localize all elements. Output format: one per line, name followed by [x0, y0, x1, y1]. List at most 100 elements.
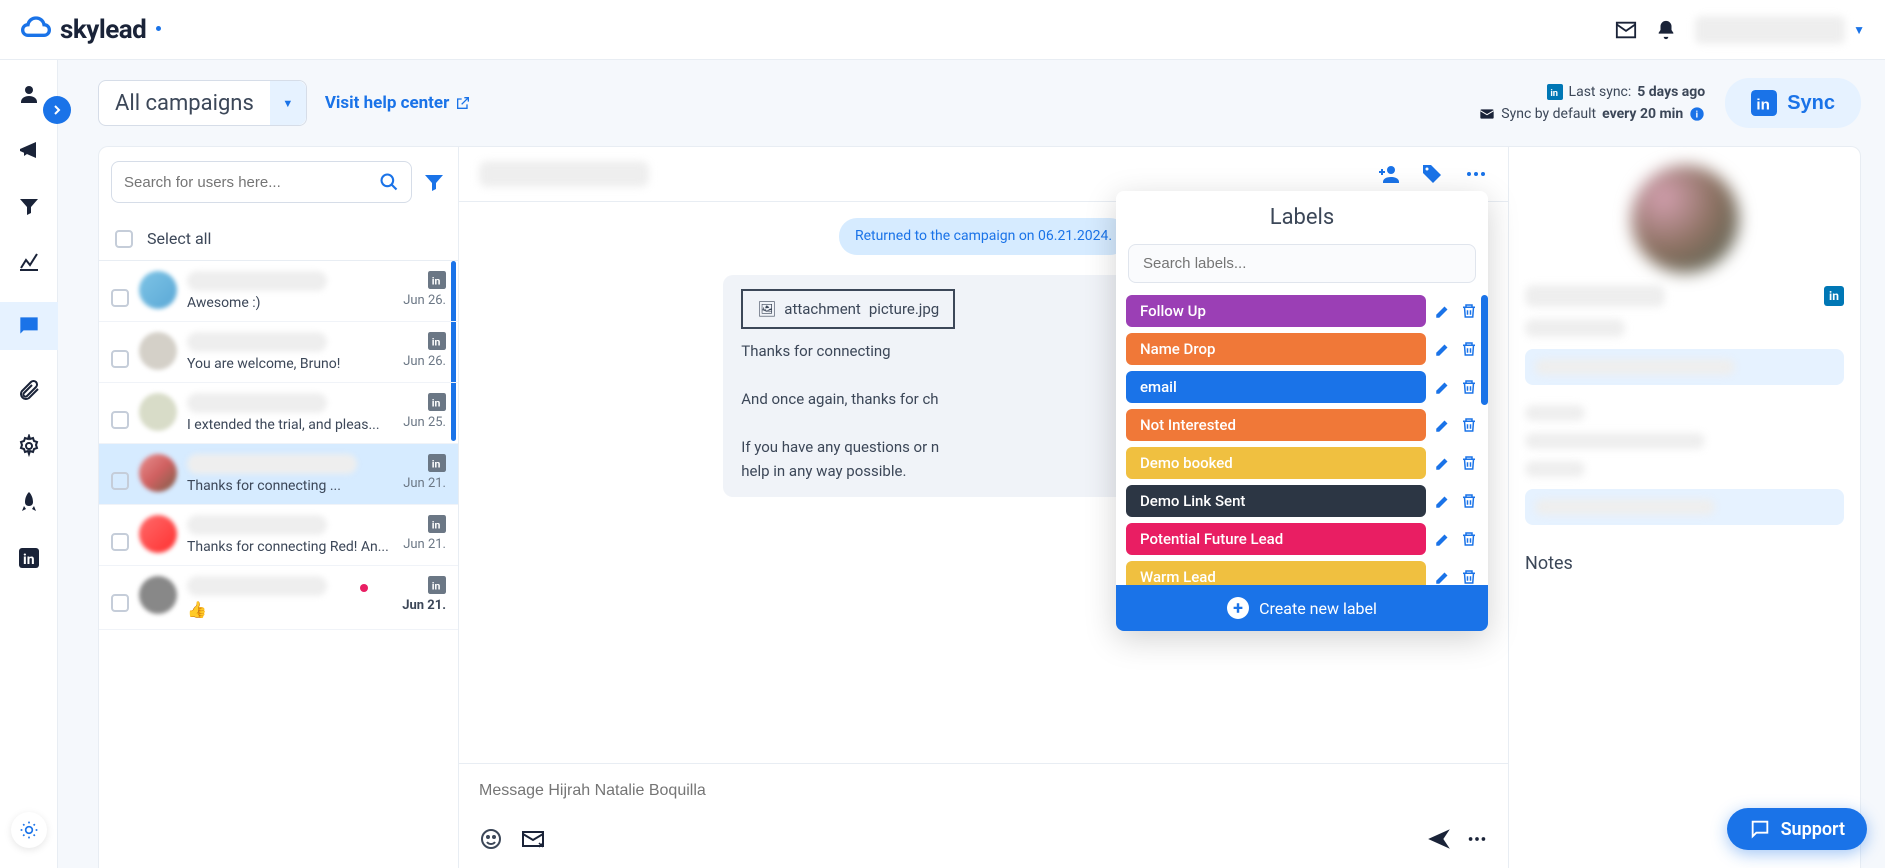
sync-default-label: Sync by default [1501, 106, 1596, 122]
more-icon[interactable] [1464, 162, 1488, 186]
conv-checkbox[interactable] [111, 594, 129, 612]
scrollbar[interactable] [1481, 295, 1488, 405]
bell-icon[interactable] [1655, 19, 1677, 41]
label-pill[interactable]: Demo Link Sent [1126, 485, 1426, 517]
label-row: Warm Lead [1126, 561, 1478, 585]
conversation-item[interactable]: You are welcome, Bruno! inJun 26. [99, 322, 458, 383]
trash-icon[interactable] [1460, 568, 1478, 585]
edit-icon[interactable] [1434, 340, 1452, 358]
contact-subtitle-blur [1525, 319, 1625, 337]
conversation-item[interactable]: Thanks for connecting Red! An... inJun 2… [99, 505, 458, 566]
conv-checkbox[interactable] [111, 411, 129, 429]
edit-icon[interactable] [1434, 492, 1452, 510]
labels-popover: Labels Follow Up Name Drop email Not Int… [1116, 191, 1488, 631]
conversation-item[interactable]: Awesome :) inJun 26. [99, 261, 458, 322]
edit-icon[interactable] [1434, 416, 1452, 434]
trash-icon[interactable] [1460, 530, 1478, 548]
logo-dot [156, 26, 161, 31]
logo-icon [20, 14, 52, 46]
conv-name-blur [187, 393, 327, 413]
user-menu[interactable]: ▼ [1695, 16, 1865, 44]
add-person-icon[interactable] [1376, 162, 1400, 186]
label-row: Demo Link Sent [1126, 485, 1478, 517]
select-all-row[interactable]: Select all [99, 217, 458, 261]
labels-search-input[interactable] [1128, 244, 1476, 283]
conv-date: Jun 25. [403, 415, 446, 430]
nav-item-settings[interactable] [13, 430, 45, 462]
conversation-item[interactable]: I extended the trial, and pleas... in Jun… [99, 383, 458, 444]
conversation-item[interactable]: Thanks for connecting ... inJun 21. [99, 444, 458, 505]
campaign-selector[interactable]: All campaigns ▼ [98, 80, 307, 126]
label-pill[interactable]: Not Interested [1126, 409, 1426, 441]
campaign-label: All campaigns [115, 91, 254, 116]
edit-icon[interactable] [1434, 568, 1452, 585]
chat-icon [1749, 818, 1771, 840]
topbar: skylead ▼ [0, 0, 1885, 60]
theme-toggle[interactable] [11, 812, 47, 848]
chat-footer [459, 816, 1508, 868]
send-icon[interactable] [1426, 826, 1452, 852]
conversation-item[interactable]: 👍 inJun 21. [99, 566, 458, 630]
nav-item-inbox[interactable] [0, 302, 58, 350]
nav-item-linkedin[interactable]: in [13, 542, 45, 574]
sync-button[interactable]: in Sync [1725, 78, 1861, 128]
conv-preview: I extended the trial, and pleas... [187, 417, 393, 433]
trash-icon[interactable] [1460, 340, 1478, 358]
tag-icon[interactable] [1420, 162, 1444, 186]
more-icon[interactable] [1466, 828, 1488, 850]
label-pill[interactable]: Follow Up [1126, 295, 1426, 327]
conv-preview: Thanks for connecting ... [187, 478, 393, 494]
main-content: All campaigns ▼ Visit help center in Las… [58, 60, 1885, 868]
support-button[interactable]: Support [1727, 808, 1867, 850]
linkedin-icon: in [1547, 84, 1563, 100]
nav-expand-button[interactable] [43, 96, 71, 124]
help-label: Visit help center [325, 93, 450, 113]
edit-icon[interactable] [1434, 302, 1452, 320]
contact-name-blur [1525, 285, 1665, 307]
nav-item-attachments[interactable] [13, 374, 45, 406]
help-center-link[interactable]: Visit help center [325, 93, 472, 113]
brand-logo[interactable]: skylead [20, 14, 161, 46]
conv-checkbox[interactable] [111, 289, 129, 307]
trash-icon[interactable] [1460, 302, 1478, 320]
filter-icon[interactable] [422, 170, 446, 194]
trash-icon[interactable] [1460, 492, 1478, 510]
trash-icon[interactable] [1460, 416, 1478, 434]
sync-label: Sync [1787, 92, 1835, 115]
nav-item-analytics[interactable] [13, 246, 45, 278]
nav-item-campaigns[interactable] [13, 134, 45, 166]
conv-checkbox[interactable] [111, 472, 129, 490]
label-row: Not Interested [1126, 409, 1478, 441]
user-name-blur [1695, 16, 1845, 44]
nav-item-filter[interactable] [13, 190, 45, 222]
info-icon[interactable]: i [1689, 106, 1705, 122]
conv-checkbox[interactable] [111, 350, 129, 368]
search-box[interactable] [111, 161, 412, 203]
message-input[interactable] [479, 782, 1488, 800]
label-pill[interactable]: email [1126, 371, 1426, 403]
conv-preview: 👍 [187, 600, 392, 619]
search-input[interactable] [124, 174, 379, 191]
mail-icon[interactable] [1615, 19, 1637, 41]
mail-compose-icon[interactable] [519, 827, 547, 851]
select-all-label: Select all [147, 229, 211, 248]
linkedin-badge[interactable]: in [1824, 286, 1844, 306]
edit-icon[interactable] [1434, 454, 1452, 472]
attachment[interactable]: 🖼 attachment picture.jpg [741, 289, 955, 329]
edit-icon[interactable] [1434, 378, 1452, 396]
create-label-button[interactable]: + Create new label [1116, 585, 1488, 631]
label-pill[interactable]: Name Drop [1126, 333, 1426, 365]
nav-item-boost[interactable] [13, 486, 45, 518]
edit-icon[interactable] [1434, 530, 1452, 548]
conv-date: Jun 26. [403, 293, 446, 308]
label-pill[interactable]: Warm Lead [1126, 561, 1426, 585]
svg-text:in: in [432, 397, 441, 410]
nav-item-profile[interactable] [13, 78, 45, 110]
emoji-icon[interactable] [479, 827, 503, 851]
select-all-checkbox[interactable] [115, 230, 133, 248]
trash-icon[interactable] [1460, 378, 1478, 396]
trash-icon[interactable] [1460, 454, 1478, 472]
conv-checkbox[interactable] [111, 533, 129, 551]
label-pill[interactable]: Demo booked [1126, 447, 1426, 479]
label-pill[interactable]: Potential Future Lead [1126, 523, 1426, 555]
